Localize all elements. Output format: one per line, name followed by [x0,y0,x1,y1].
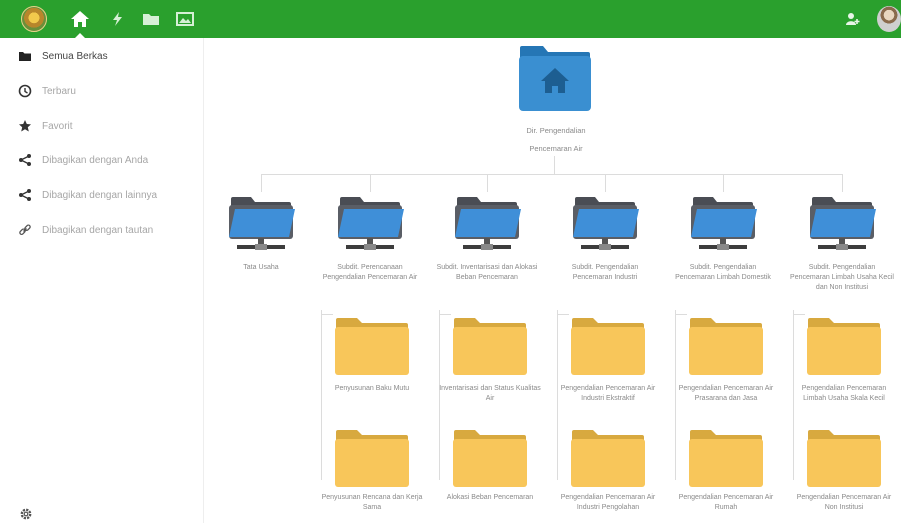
connector [605,174,606,192]
home-folder-icon[interactable] [517,44,593,112]
sidebar-item-shared-with-you[interactable]: Dibagikan dengan Anda [0,145,204,175]
folder-icon[interactable] [333,428,411,488]
folder-icon[interactable] [451,316,529,376]
folder-icon[interactable] [451,428,529,488]
network-folder-icon[interactable] [449,193,525,255]
sidebar-item-label: Dibagikan dengan tautan [42,224,154,236]
connector [370,174,371,192]
connector [793,314,805,315]
sidebar-item-label: Favorit [42,120,73,132]
network-folder-icon[interactable] [567,193,643,255]
folder-icon[interactable] [687,428,765,488]
connector [321,310,322,480]
folder-label: Pengendalian Pencemaran Air Industri Pen… [560,494,656,511]
sidebar-item-label: Terbaru [42,85,76,97]
connector [723,174,724,192]
sidebar-item-all-files[interactable]: Semua Berkas [0,41,204,71]
folder-label: Penyusunan Rencana dan Kerja Sama [321,494,423,511]
folder-icon[interactable] [333,316,411,376]
sidebar-item-shared-by-link[interactable]: Dibagikan dengan tautan [0,215,204,245]
folder-label: Dir. Pengendalian Pencemaran Air [481,122,631,158]
folder-icon[interactable] [569,316,647,376]
sidebar: Semua Berkas Terbaru Favorit Dibagikan d… [0,38,204,523]
connector [261,174,843,175]
avatar[interactable] [877,6,901,32]
activity-icon[interactable] [107,9,129,29]
folder-label: Pengendalian Pencemaran Air Non Institus… [796,494,892,511]
folder-label: Subdit. Pengendalian Pencemaran Limbah D… [675,264,771,281]
app-logo[interactable] [21,6,47,32]
sidebar-item-recent[interactable]: Terbaru [0,76,204,106]
folder-label: Pengendalian Pencemaran Air Rumah [678,494,774,511]
folder-label: Subdit. Perencanaan Pengendalian Pencema… [322,264,418,281]
folder-label: Penyusunan Baku Mutu [334,385,410,392]
folder-label: Alokasi Beban Pencemaran [446,494,534,501]
sidebar-item-label: Semua Berkas [42,50,108,62]
sidebar-item-label: Dibagikan dengan Anda [42,154,149,166]
gear-icon[interactable] [19,507,33,521]
folder-label: Tata Usaha [243,264,279,271]
share-icon [19,189,31,201]
user-icon[interactable] [843,10,861,28]
folder-label: Subdit. Pengendalian Pencemaran Industri [571,264,639,281]
link-icon [19,224,31,236]
clock-icon [18,84,32,98]
network-folder-icon[interactable] [685,193,761,255]
connector [439,314,451,315]
network-folder-icon[interactable] [804,193,880,255]
folder-label: Subdit. Inventarisasi dan Alokasi Beban … [436,264,538,281]
connector [675,314,687,315]
sidebar-item-label: Dibagikan dengan lainnya [42,189,158,201]
gallery-icon[interactable] [174,9,196,29]
folder-label: Subdit. Pengendalian Pencemaran Limbah U… [790,264,894,291]
sidebar-item-favorites[interactable]: Favorit [0,111,204,141]
share-icon [19,154,31,166]
top-bar [0,0,901,39]
home-icon[interactable] [69,9,91,29]
connector [557,314,569,315]
folder-icon[interactable] [687,316,765,376]
connector [554,156,555,174]
folder-label-line: Pencemaran Air [529,144,583,153]
folder-tree: Dir. Pengendalian Pencemaran Air Tata Us… [205,38,901,523]
star-icon [19,120,31,132]
connector [261,174,262,192]
folder-icon[interactable] [805,316,883,376]
network-folder-icon[interactable] [332,193,408,255]
folder-label: Pengendalian Pencemaran Air Prasarana da… [678,385,774,402]
folder-icon[interactable] [569,428,647,488]
network-folder-icon[interactable] [223,193,299,255]
connector [321,314,333,315]
folder-label: Inventarisasi dan Status Kualitas Air [439,385,541,402]
connector [842,174,843,192]
folder-label: Pengendalian Pencemaran Limbah Usaha Ska… [801,385,887,402]
folder-label-line: Dir. Pengendalian [526,126,586,135]
folder-icon[interactable] [805,428,883,488]
folder-icon [19,52,31,61]
connector [487,174,488,192]
sidebar-item-shared-with-others[interactable]: Dibagikan dengan lainnya [0,180,204,210]
folder-label: Pengendalian Pencemaran Air Industri Eks… [560,385,656,402]
folder-icon[interactable] [140,9,162,29]
